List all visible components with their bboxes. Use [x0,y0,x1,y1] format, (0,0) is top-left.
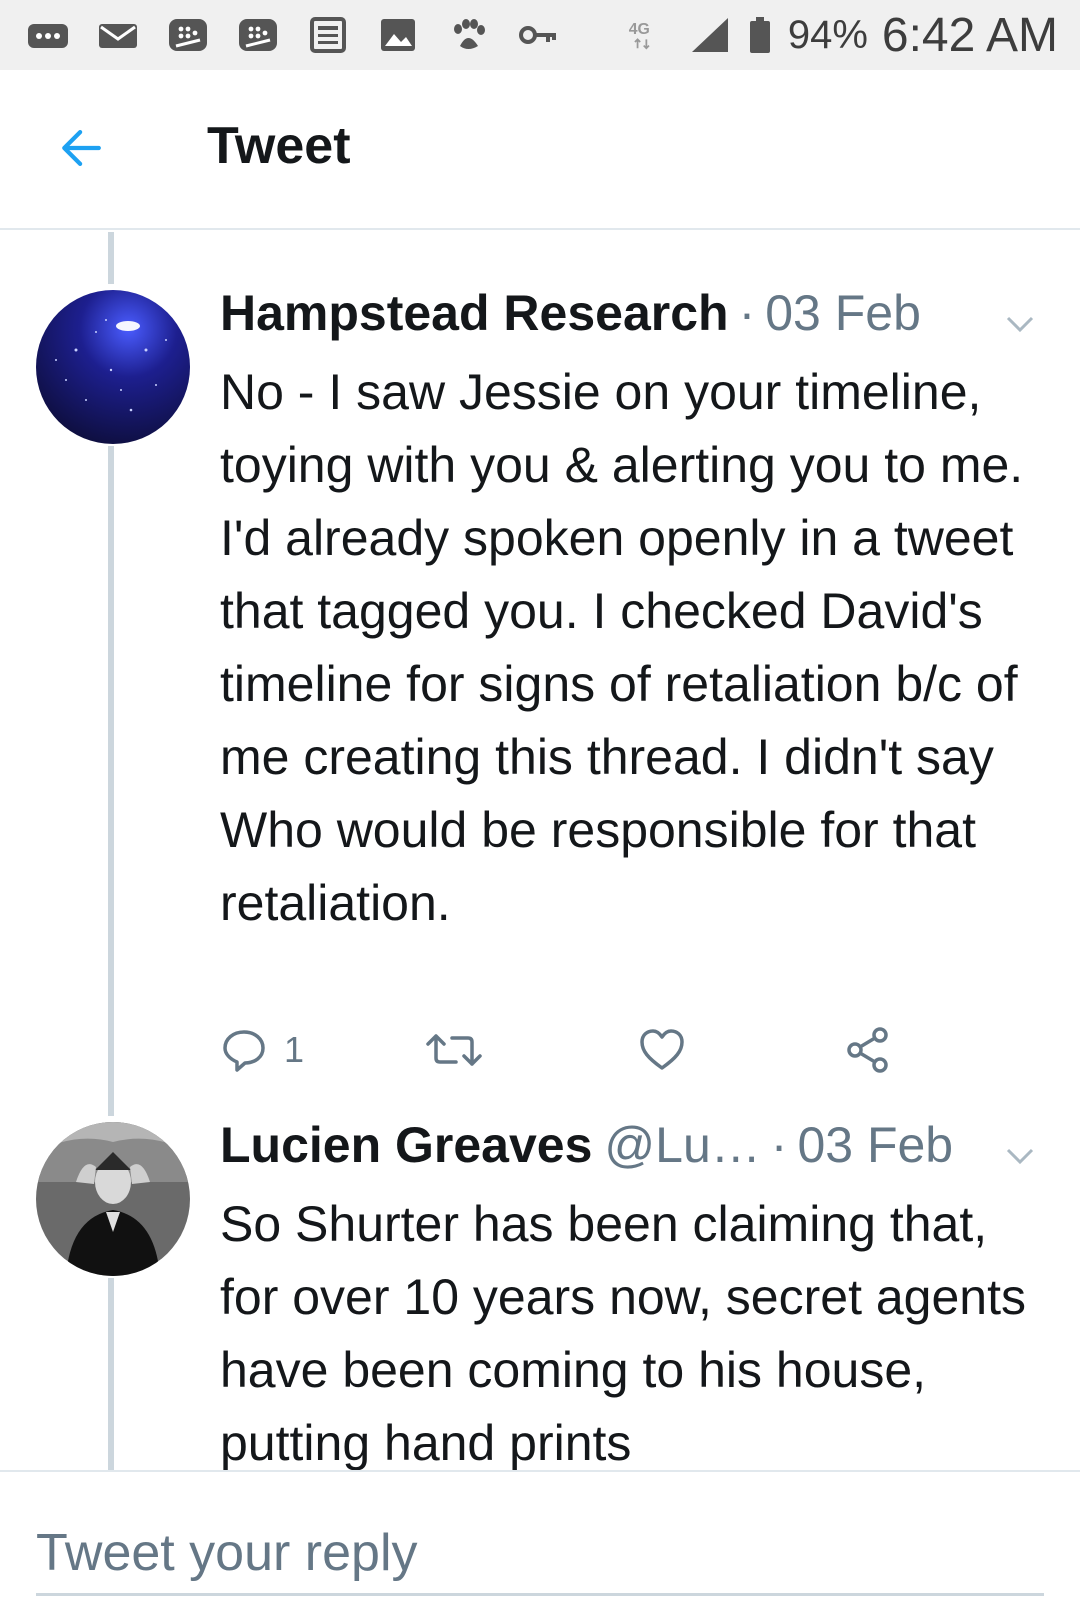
network-4g-icon: 4G [624,16,674,54]
author-name[interactable]: Hampstead Research [220,284,729,342]
battery-percent: 94% [787,12,868,57]
battery-icon [746,16,774,54]
reply-input[interactable] [36,1512,1044,1596]
thread-connector-bottom [108,1278,114,1470]
share-icon [847,1027,888,1073]
reply-bar [0,1470,1080,1620]
chevron-down-icon[interactable] [1000,1136,1040,1176]
author-handle[interactable]: @Lu… [604,1116,760,1174]
reply-button[interactable]: 1 [220,1026,424,1074]
heart-icon [640,1029,684,1070]
more-icon [26,16,70,54]
tweet-text: So Shurter has been claiming that, for o… [220,1196,1026,1470]
status-bar: 4G 94% 6:42 AM [0,0,1080,70]
avatar[interactable] [36,1122,190,1276]
retweet-button[interactable] [424,1026,638,1074]
reply-count: 1 [284,1029,305,1070]
tweet-header: Lucien Greaves @Lu… · 03 Feb [220,1116,1040,1188]
blackberry-icon-2 [236,16,280,54]
image-icon [376,16,420,54]
share-button[interactable] [844,1026,892,1074]
like-button[interactable] [638,1026,844,1074]
thread-connector-middle [108,446,114,1116]
tweet-date[interactable]: 03 Feb [797,1116,953,1174]
tweet-content: Hampstead Research · 03 Feb No - I saw J… [220,284,1040,940]
separator-dot: · [770,1117,788,1173]
signal-icon [688,16,732,54]
key-icon [516,16,560,54]
retweet-icon [426,1034,482,1066]
clock: 6:42 AM [881,8,1058,62]
tweet-date[interactable]: 03 Feb [765,284,921,342]
page-title: Tweet [207,117,351,175]
news-icon [306,16,350,54]
tweet-header: Hampstead Research · 03 Feb [220,284,1040,356]
chevron-down-icon[interactable] [1000,304,1040,344]
tweet-text: No - I saw Jessie on your timeline, toyi… [220,364,1024,931]
reply-icon [223,1030,265,1072]
network-label: 4G [629,21,650,38]
mail-icon [96,16,140,54]
tweet-actions: 1 [220,1020,920,1080]
thread-connector-top [108,232,114,284]
blackberry-icon [166,16,210,54]
back-button[interactable] [52,118,112,178]
author-name[interactable]: Lucien Greaves [220,1116,592,1174]
tweet-thread[interactable]: Hampstead Research · 03 Feb No - I saw J… [0,232,1080,1470]
app-header: Tweet [0,70,1080,230]
back-arrow-icon [62,130,101,166]
avatar[interactable] [36,290,190,444]
separator-dot: · [738,285,756,341]
paw-icon [446,16,490,54]
tweet-content: Lucien Greaves @Lu… · 03 Feb So Shurter … [220,1116,1040,1470]
